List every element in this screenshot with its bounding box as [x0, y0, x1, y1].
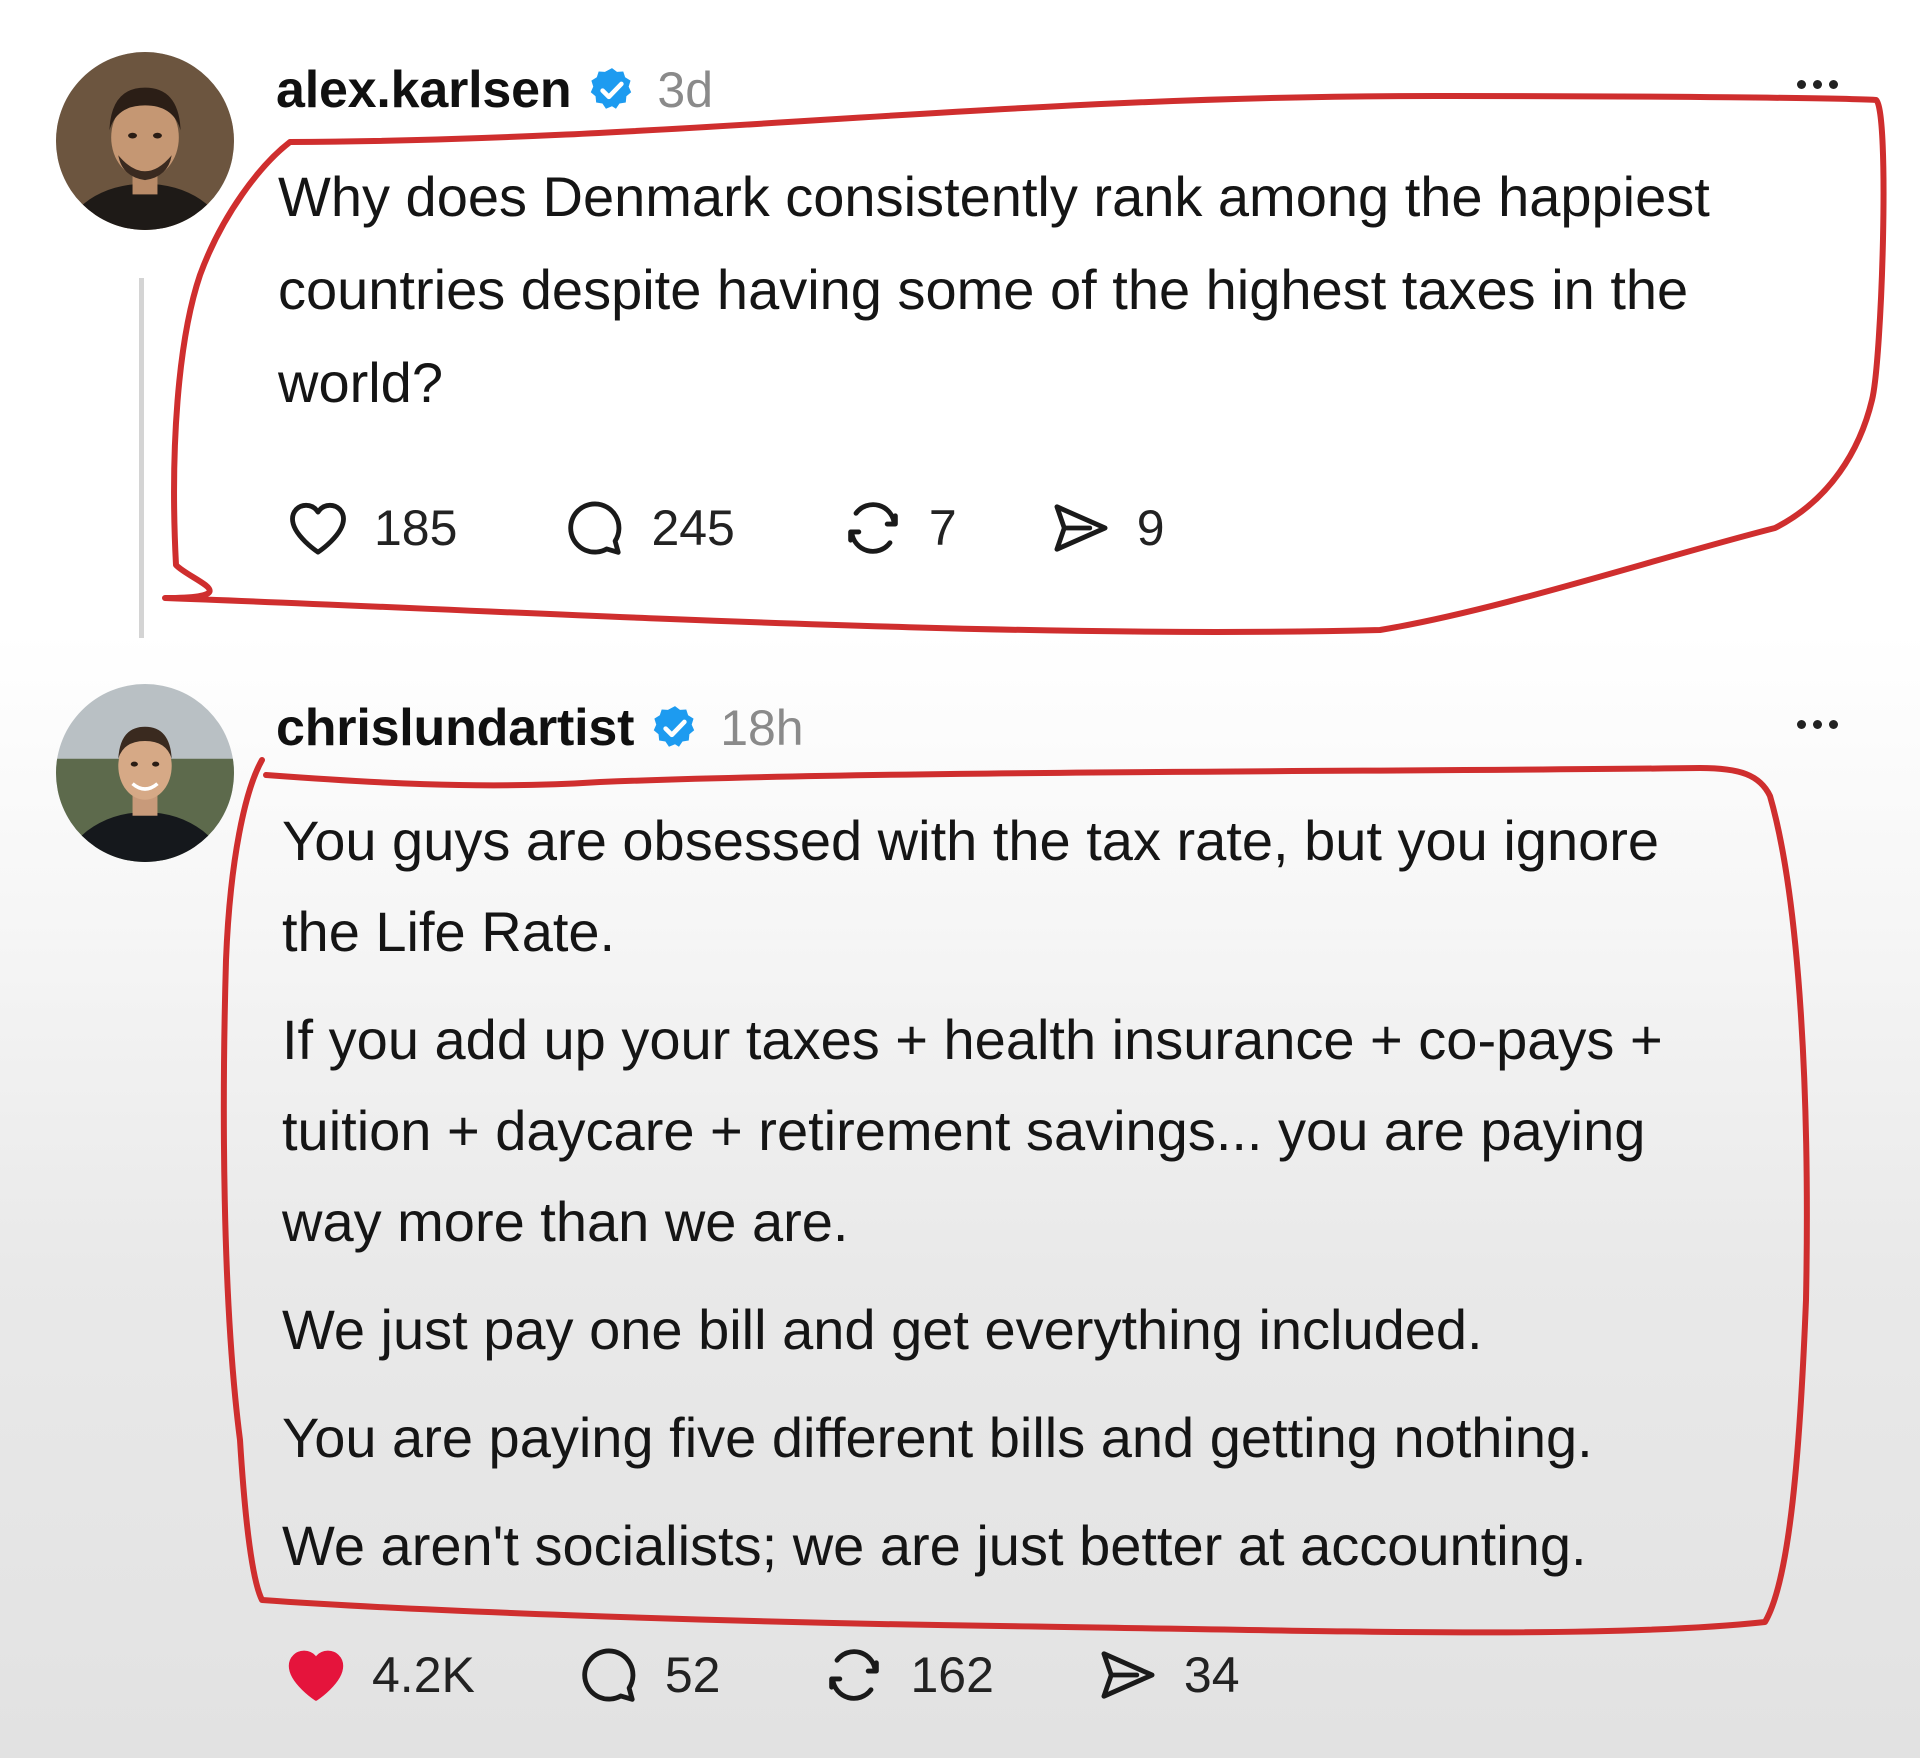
avatar-photo: [56, 52, 234, 230]
reply-count: 52: [664, 1647, 721, 1703]
post-text-line: We just pay one bill and get everything …: [282, 1298, 1483, 1361]
timestamp: 3d: [657, 62, 714, 118]
verified-badge-icon: [587, 65, 637, 115]
post-text-line: We aren't socialists; we are just better…: [282, 1514, 1587, 1577]
reply-button[interactable]: 52: [575, 1641, 721, 1709]
post-actions: 185 245 7 9: [284, 494, 1165, 562]
post-text-line: way more than we are.: [282, 1190, 849, 1253]
post-paragraph: You are paying five different bills and …: [282, 1392, 1842, 1483]
like-count: 4.2K: [372, 1647, 475, 1703]
speech-bubble-icon: [575, 1641, 643, 1709]
post-paragraph: If you add up your taxes + health insura…: [282, 994, 1842, 1267]
share-count: 9: [1136, 500, 1165, 556]
post-text: Why does Denmark consistently rank among…: [278, 150, 1878, 429]
post-actions: 4.2K 52 162 34: [282, 1641, 1240, 1709]
reply-count: 245: [651, 500, 735, 556]
like-button[interactable]: 4.2K: [282, 1641, 475, 1709]
more-dots-icon[interactable]: [1797, 80, 1838, 89]
post-text-line: If you add up your taxes + health insura…: [282, 1008, 1663, 1071]
post-header: alex.karlsen 3d: [276, 54, 713, 126]
avatar[interactable]: [56, 684, 234, 862]
username[interactable]: alex.karlsen: [276, 60, 572, 120]
reply-button[interactable]: 245: [561, 494, 735, 562]
thread-connector-line: [139, 278, 144, 638]
post-paragraph: We just pay one bill and get everything …: [282, 1284, 1842, 1375]
repost-button[interactable]: 162: [820, 1641, 994, 1709]
post-paragraph: We aren't socialists; we are just better…: [282, 1500, 1842, 1591]
like-count: 185: [374, 500, 458, 556]
send-icon: [1094, 1641, 1162, 1709]
repost-button[interactable]: 7: [839, 494, 957, 562]
post-text-line: tuition + daycare + retirement savings..…: [282, 1099, 1646, 1162]
share-button[interactable]: 9: [1047, 494, 1165, 562]
share-count: 34: [1183, 1647, 1240, 1703]
post-text-line: Why does Denmark consistently rank among…: [278, 165, 1710, 228]
verified-badge-icon: [650, 703, 700, 753]
post-text: You guys are obsessed with the tax rate,…: [282, 795, 1842, 1591]
like-button[interactable]: 185: [284, 494, 457, 562]
post-header: chrislundartist 18h: [276, 692, 804, 764]
avatar-photo: [56, 684, 234, 862]
post-text-line: You are paying five different bills and …: [282, 1406, 1593, 1469]
heart-icon: [282, 1641, 350, 1709]
speech-bubble-icon: [561, 494, 629, 562]
repost-arrows-icon: [839, 494, 907, 562]
repost-arrows-icon: [820, 1641, 888, 1709]
repost-count: 162: [910, 1647, 994, 1703]
timestamp: 18h: [720, 700, 804, 756]
avatar[interactable]: [56, 52, 234, 230]
post-text-line: world?: [278, 351, 443, 414]
heart-icon: [284, 494, 352, 562]
post-text-line: You guys are obsessed with the tax rate,…: [282, 809, 1660, 872]
send-icon: [1047, 494, 1115, 562]
post-text-line: the Life Rate.: [282, 900, 616, 963]
username[interactable]: chrislundartist: [276, 698, 634, 758]
repost-count: 7: [928, 500, 957, 556]
post-paragraph: You guys are obsessed with the tax rate,…: [282, 795, 1842, 977]
share-button[interactable]: 34: [1094, 1641, 1240, 1709]
more-dots-icon[interactable]: [1797, 720, 1838, 729]
post-text-line: countries despite having some of the hig…: [278, 258, 1689, 321]
